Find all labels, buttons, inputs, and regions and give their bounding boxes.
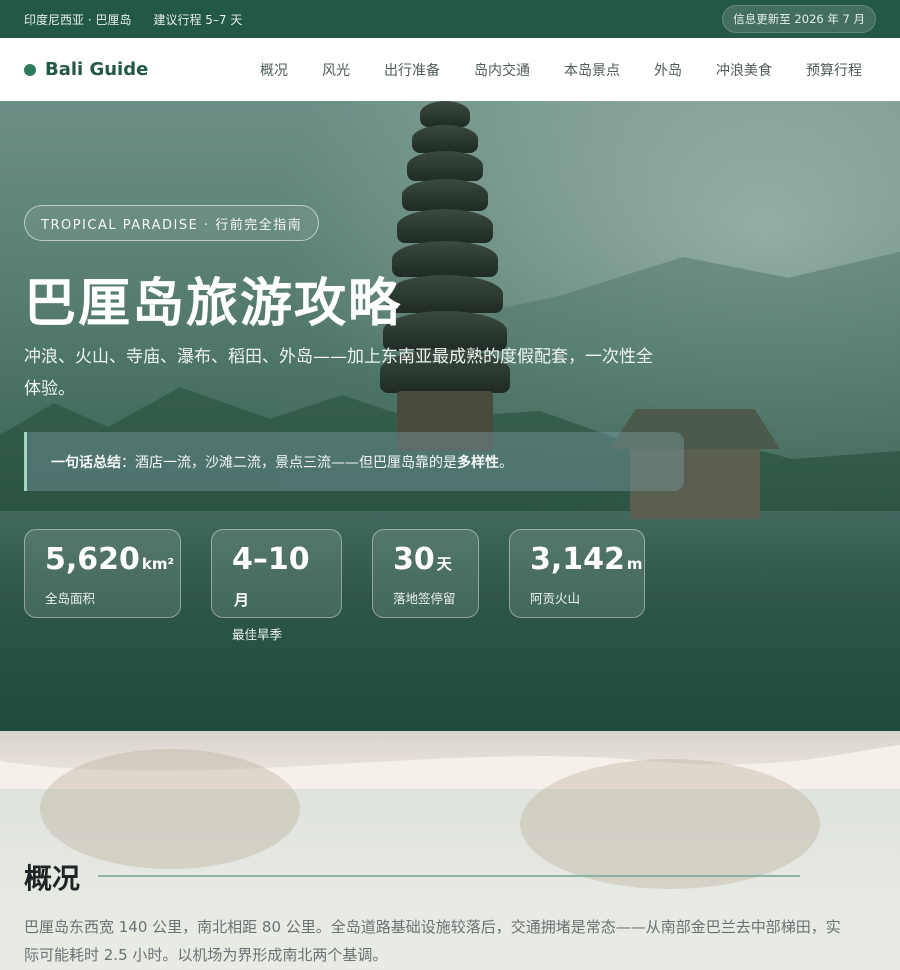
stat-label: 落地签停留 [393, 591, 456, 606]
heading-divider [98, 875, 800, 877]
stat-label: 全岛面积 [45, 591, 96, 606]
quote-emphasis: 多样性 [457, 454, 499, 471]
main-nav: Bali Guide 概况 风光 出行准备 岛内交通 本岛景点 外岛 冲浪美食 … [0, 38, 900, 101]
stat-value: 30 [393, 542, 435, 577]
update-badge: 信息更新至 2026 年 7 月 [722, 5, 876, 33]
quote-end: 。 [499, 454, 513, 471]
hero-tag-pill: TROPICAL PARADISE · 行前完全指南 [24, 205, 320, 241]
stat-unit: km² [141, 555, 175, 573]
stat-card-dry-season: 4–10 月 最佳旱季 [211, 529, 342, 642]
stat-card-volcano: 3,142 m 阿贡火山 [509, 529, 645, 618]
overview-section: 概况 巴厘岛东西宽 140 公里，南北相距 80 公里。全岛道路基础设施较落后，… [0, 749, 900, 970]
brand-dot-icon [24, 63, 36, 76]
brand-logo[interactable]: Bali Guide [24, 59, 148, 80]
nav-item-outer-islands[interactable]: 外岛 [637, 60, 699, 80]
stat-label: 阿贡火山 [530, 591, 581, 606]
brand-name: Bali Guide [45, 59, 149, 80]
nav-menu: 概况 风光 出行准备 岛内交通 本岛景点 外岛 冲浪美食 预算行程 [243, 60, 876, 80]
stat-value: 3,142 [530, 542, 625, 577]
hero-section: TROPICAL PARADISE · 行前完全指南 巴厘岛旅游攻略 冲浪、火山… [0, 101, 900, 731]
stats-row: 5,620 km² 全岛面积 4–10 月 最佳旱季 30 天 落地签停留 3,142… [24, 529, 645, 642]
stat-card-area: 5,620 km² 全岛面积 [24, 529, 181, 618]
nav-item-scenery[interactable]: 风光 [305, 60, 367, 80]
stat-unit: 月 [234, 591, 250, 609]
summary-quote: 一句话总结 ：酒店一流，沙滩二流，景点三流——但巴厘岛靠的是 多样性 。 [24, 432, 684, 491]
quote-label: 一句话总结 [51, 454, 121, 471]
stat-unit: m [626, 555, 643, 573]
stat-card-visa: 30 天 落地签停留 [372, 529, 479, 618]
stat-label: 最佳旱季 [232, 627, 283, 642]
overview-heading: 概况 [24, 862, 81, 895]
nav-item-preparation[interactable]: 出行准备 [367, 60, 457, 80]
duration-text: 建议行程 5–7 天 [153, 12, 243, 27]
nav-item-surf-food[interactable]: 冲浪美食 [699, 60, 789, 80]
page-title: 巴厘岛旅游攻略 [24, 274, 403, 334]
stat-value: 4–10 [232, 542, 310, 577]
nav-item-budget[interactable]: 预算行程 [789, 60, 876, 80]
stat-unit: 天 [436, 555, 452, 573]
nav-item-transport[interactable]: 岛内交通 [457, 60, 547, 80]
stat-value: 5,620 [45, 542, 140, 577]
hero-subtitle: 冲浪、火山、寺庙、瀑布、稻田、外岛——加上东南亚最成熟的度假配套，一次性全体验。 [24, 347, 653, 399]
nav-item-overview[interactable]: 概况 [243, 60, 305, 80]
top-info-bar: 印度尼西亚 · 巴厘岛 建议行程 5–7 天 信息更新至 2026 年 7 月 [0, 0, 900, 38]
nav-item-attractions[interactable]: 本岛景点 [547, 60, 637, 80]
overview-text: 巴厘岛东西宽 140 公里，南北相距 80 公里。全岛道路基础设施较落后，交通拥… [24, 918, 841, 964]
location-text: 印度尼西亚 · 巴厘岛 [24, 12, 132, 27]
quote-text: ：酒店一流，沙滩二流，景点三流——但巴厘岛靠的是 [121, 454, 457, 471]
